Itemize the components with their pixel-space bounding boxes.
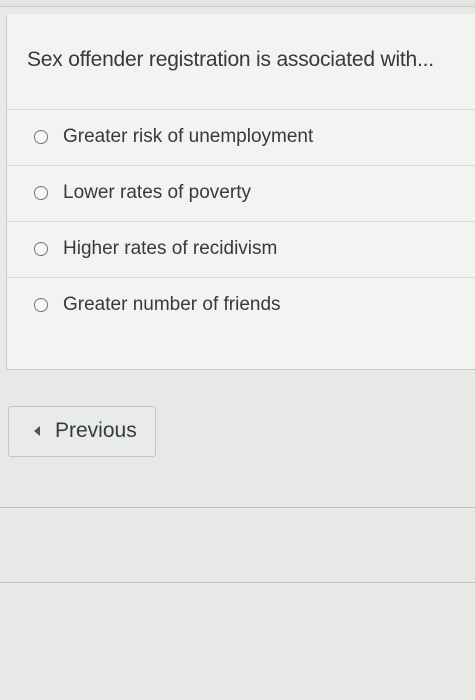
answer-option[interactable]: Greater risk of unemployment <box>7 110 475 166</box>
answer-label[interactable]: Lower rates of poverty <box>63 182 251 204</box>
previous-button[interactable]: Previous <box>8 406 156 457</box>
radio-button[interactable] <box>34 242 48 256</box>
answer-option[interactable]: Higher rates of recidivism <box>7 222 475 278</box>
answer-label[interactable]: Greater number of friends <box>63 294 281 316</box>
divider <box>0 507 475 508</box>
radio-button[interactable] <box>34 130 48 144</box>
question-header: Sex offender registration is associated … <box>7 14 475 110</box>
answer-label[interactable]: Higher rates of recidivism <box>63 238 277 260</box>
top-divider <box>0 0 475 7</box>
radio-button[interactable] <box>34 186 48 200</box>
answer-label[interactable]: Greater risk of unemployment <box>63 126 313 148</box>
divider <box>0 582 475 583</box>
question-text: Sex offender registration is associated … <box>27 48 434 71</box>
previous-label: Previous <box>55 419 137 442</box>
answer-option[interactable]: Greater number of friends <box>7 278 475 334</box>
caret-left-icon <box>34 426 40 436</box>
answer-option[interactable]: Lower rates of poverty <box>7 166 475 222</box>
question-panel: Sex offender registration is associated … <box>6 14 475 370</box>
radio-button[interactable] <box>34 298 48 312</box>
